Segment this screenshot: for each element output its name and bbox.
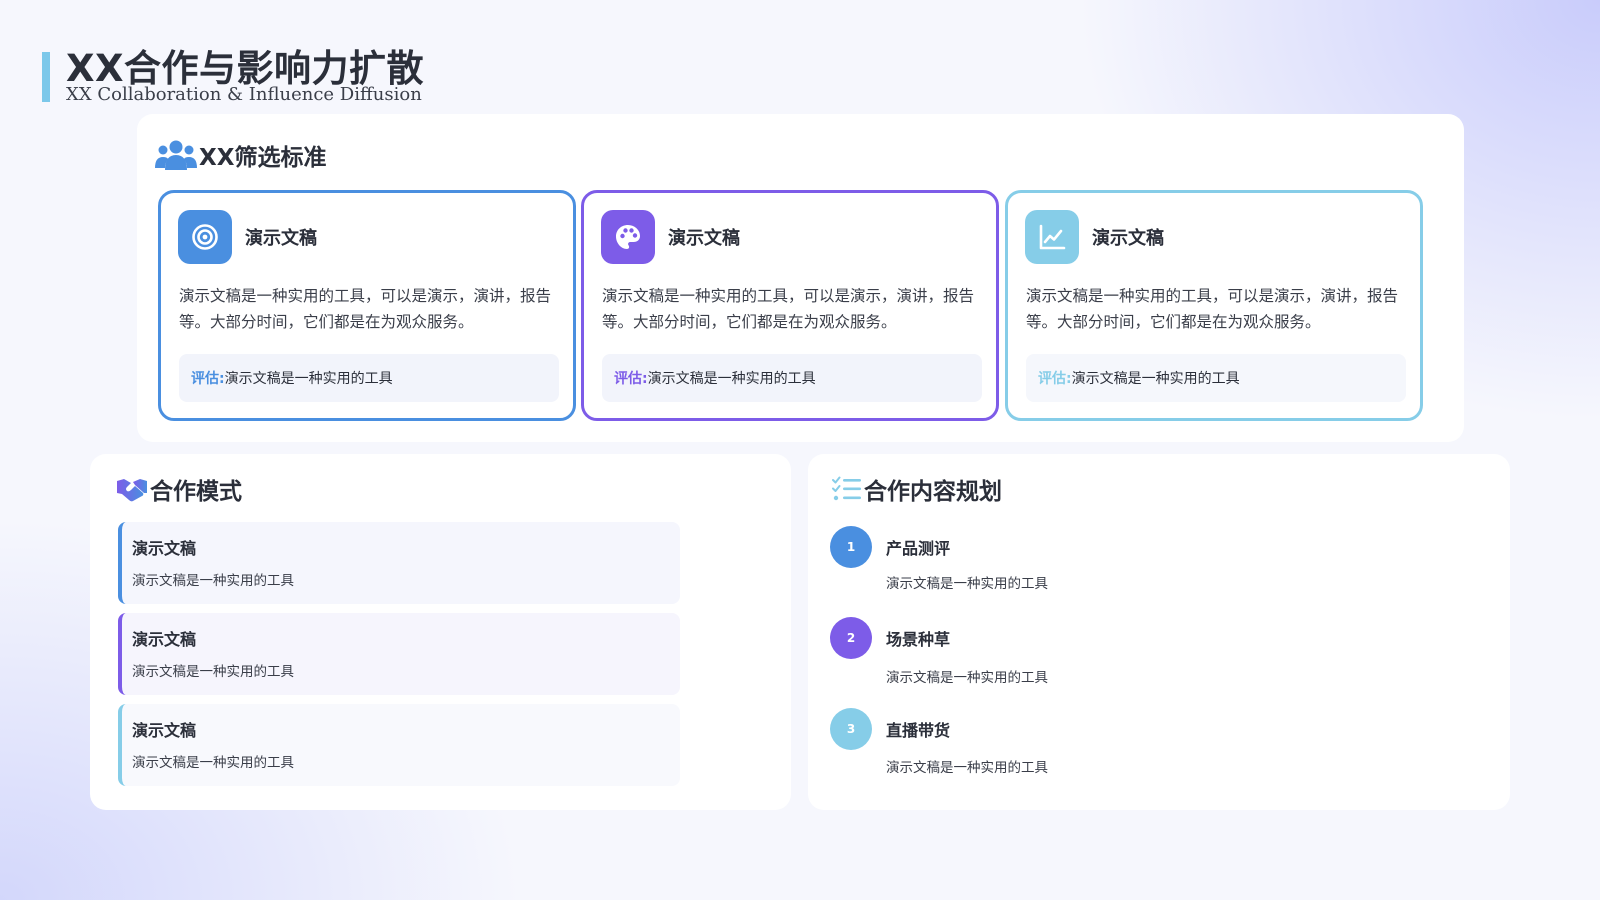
target-icon <box>178 210 232 264</box>
evaluation-text: 演示文稿是一种实用的工具 <box>224 371 393 387</box>
criteria-panel: XX筛选标准 演示文稿 演示文稿是一种实用的工具，可以是演示，演讲，报告等。大部… <box>137 114 1464 442</box>
card-evaluation: 评估: 演示文稿是一种实用的工具 <box>1026 354 1406 402</box>
card-title: 演示文稿 <box>1092 228 1164 249</box>
card-title: 演示文稿 <box>668 228 740 249</box>
plan-item-title: 直播带货 <box>886 721 951 740</box>
planning-heading: 合作内容规划 <box>832 472 1002 506</box>
mode-item: 演示文稿 演示文稿是一种实用的工具 <box>118 613 680 695</box>
title-accent-bar <box>42 52 50 102</box>
criteria-card: 演示文稿 演示文稿是一种实用的工具，可以是演示，演讲，报告等。大部分时间，它们都… <box>581 190 999 421</box>
mode-item-description: 演示文稿是一种实用的工具 <box>132 573 294 589</box>
list-check-icon <box>832 476 862 502</box>
evaluation-text: 演示文稿是一种实用的工具 <box>1071 371 1240 387</box>
plan-item-description: 演示文稿是一种实用的工具 <box>886 670 1048 686</box>
mode-item: 演示文稿 演示文稿是一种实用的工具 <box>118 704 680 786</box>
step-number-badge: 1 <box>830 526 872 568</box>
criteria-card: 演示文稿 演示文稿是一种实用的工具，可以是演示，演讲，报告等。大部分时间，它们都… <box>1005 190 1423 421</box>
evaluation-label: 评估: <box>1038 371 1072 387</box>
plan-item-title: 场景种草 <box>886 630 951 649</box>
step-number-badge: 2 <box>830 617 872 659</box>
mode-item-description: 演示文稿是一种实用的工具 <box>132 664 294 680</box>
criteria-heading: XX筛选标准 <box>155 138 326 172</box>
modes-heading: 合作模式 <box>116 472 242 506</box>
modes-panel: 合作模式 演示文稿 演示文稿是一种实用的工具 演示文稿 演示文稿是一种实用的工具… <box>90 454 791 810</box>
criteria-heading-label: XX筛选标准 <box>199 145 327 171</box>
users-icon <box>155 139 197 171</box>
mode-item-title: 演示文稿 <box>132 539 197 558</box>
card-description: 演示文稿是一种实用的工具，可以是演示，演讲，报告等。大部分时间，它们都是在为观众… <box>602 287 975 331</box>
plan-item-description: 演示文稿是一种实用的工具 <box>886 576 1048 592</box>
step-number-badge: 3 <box>830 708 872 750</box>
evaluation-text: 演示文稿是一种实用的工具 <box>647 371 816 387</box>
planning-heading-label: 合作内容规划 <box>864 479 1002 505</box>
line-chart-icon <box>1025 210 1079 264</box>
card-description: 演示文稿是一种实用的工具，可以是演示，演讲，报告等。大部分时间，它们都是在为观众… <box>1026 287 1399 331</box>
mode-item: 演示文稿 演示文稿是一种实用的工具 <box>118 522 680 604</box>
evaluation-label: 评估: <box>191 371 225 387</box>
modes-heading-label: 合作模式 <box>150 479 242 505</box>
handshake-icon <box>116 476 148 502</box>
plan-item-description: 演示文稿是一种实用的工具 <box>886 760 1048 776</box>
planning-panel: 合作内容规划 1 产品测评 演示文稿是一种实用的工具 2 场景种草 演示文稿是一… <box>808 454 1510 810</box>
criteria-card: 演示文稿 演示文稿是一种实用的工具，可以是演示，演讲，报告等。大部分时间，它们都… <box>158 190 576 421</box>
card-evaluation: 评估: 演示文稿是一种实用的工具 <box>179 354 559 402</box>
page-subtitle: XX Collaboration & Influence Diffusion <box>66 84 422 105</box>
card-title: 演示文稿 <box>245 228 317 249</box>
mode-item-title: 演示文稿 <box>132 721 197 740</box>
card-description: 演示文稿是一种实用的工具，可以是演示，演讲，报告等。大部分时间，它们都是在为观众… <box>179 287 552 331</box>
evaluation-label: 评估: <box>614 371 648 387</box>
palette-icon <box>601 210 655 264</box>
card-evaluation: 评估: 演示文稿是一种实用的工具 <box>602 354 982 402</box>
mode-item-description: 演示文稿是一种实用的工具 <box>132 755 294 771</box>
mode-item-title: 演示文稿 <box>132 630 197 649</box>
plan-item-title: 产品测评 <box>886 539 951 558</box>
